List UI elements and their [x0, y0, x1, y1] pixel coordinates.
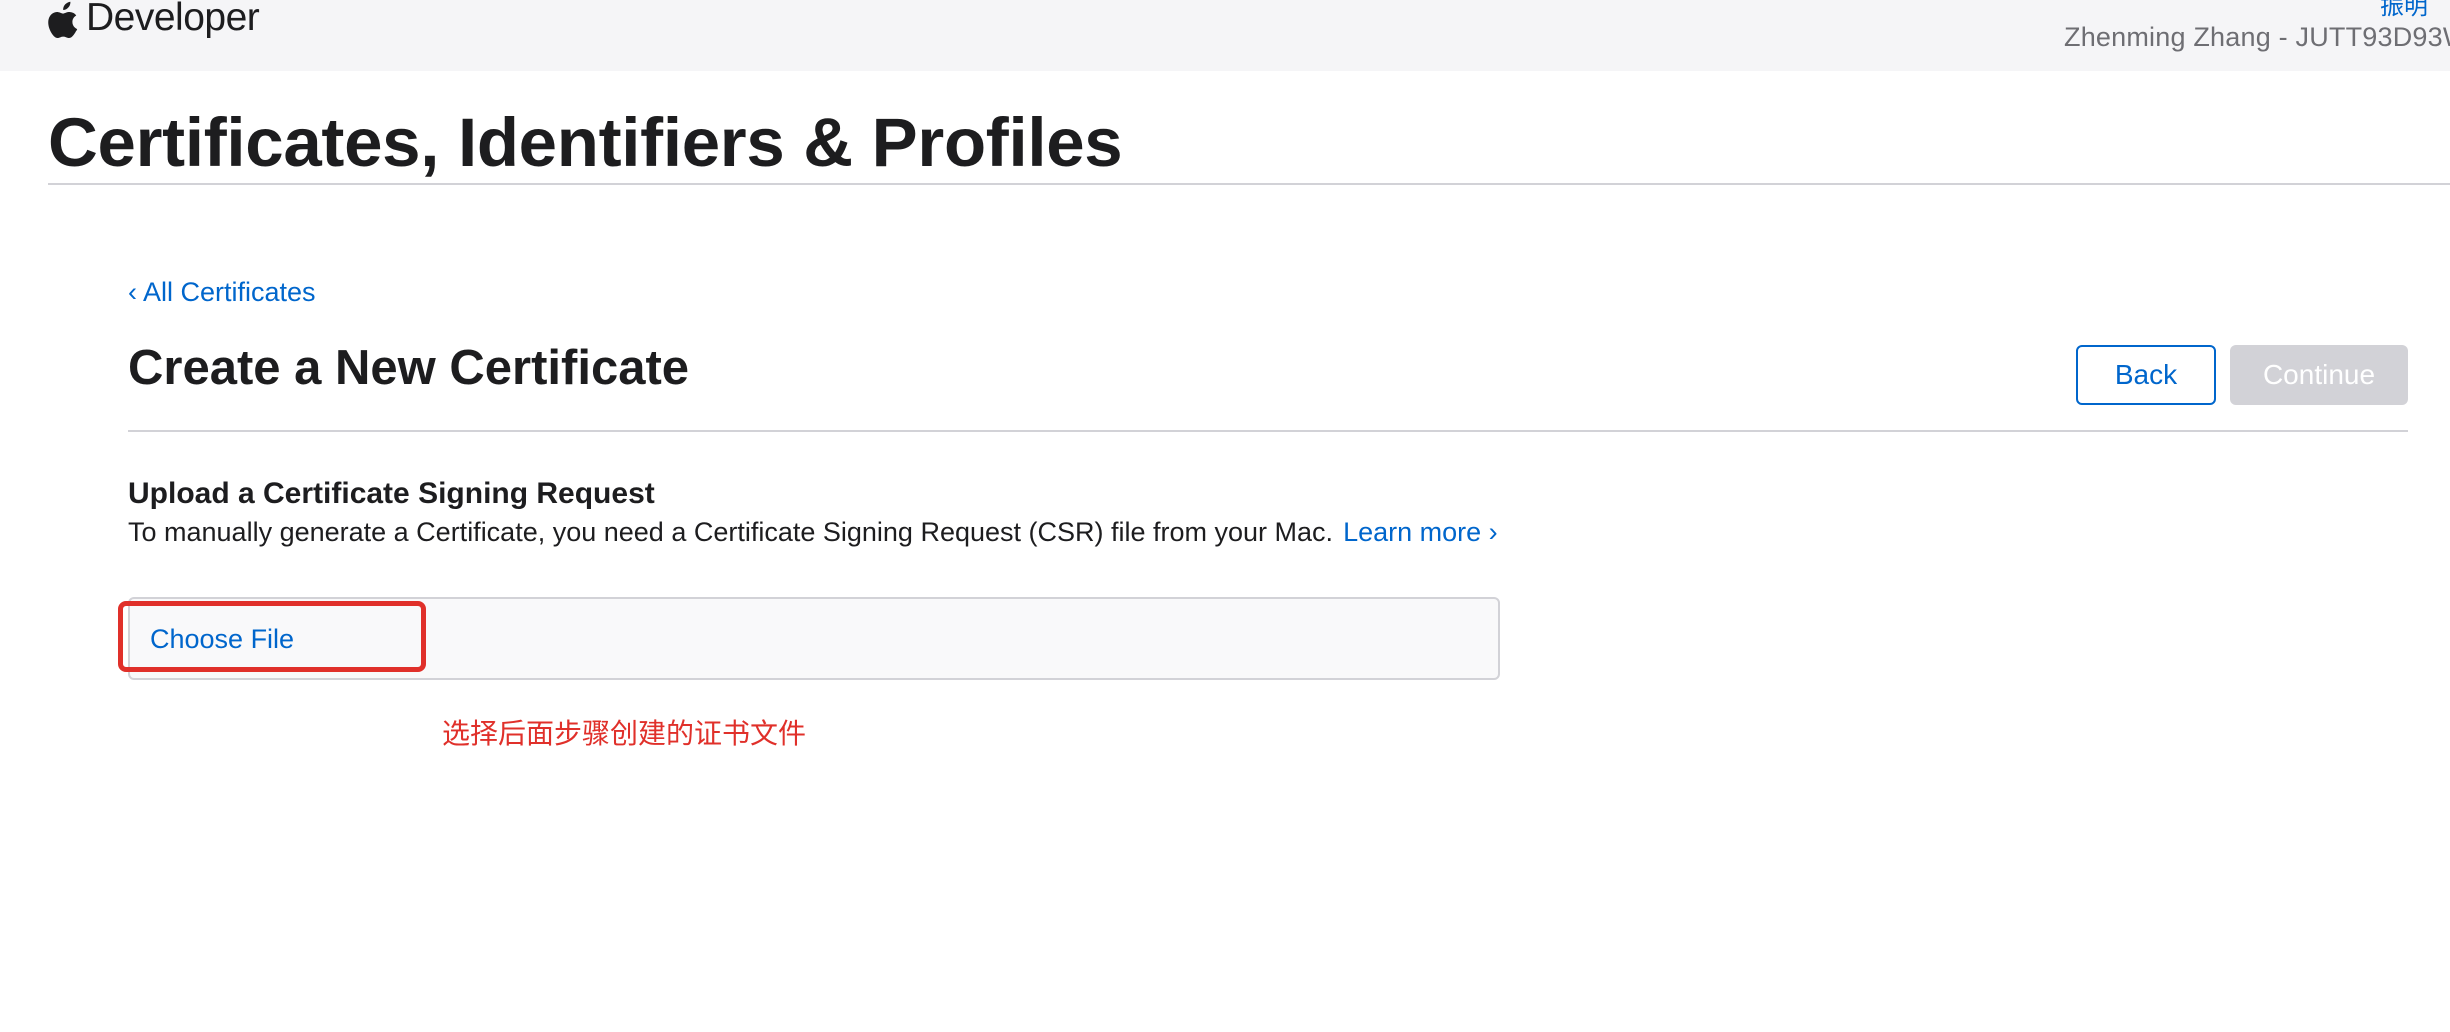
file-upload-field[interactable] [128, 597, 1500, 680]
brand-label: Developer [86, 0, 260, 39]
choose-file-button[interactable]: Choose File [150, 620, 294, 658]
upload-csr-description: To manually generate a Certificate, you … [128, 514, 1498, 550]
page-title: Certificates, Identifiers & Profiles [48, 104, 1123, 181]
back-button[interactable]: Back [2076, 345, 2216, 405]
developer-home-link[interactable]: Developer [48, 0, 260, 40]
learn-more-link[interactable]: Learn more › [1343, 517, 1498, 547]
title-divider [48, 183, 2450, 185]
account-name-link[interactable]: 振明 [2380, 0, 2428, 21]
section-title: Create a New Certificate [128, 341, 690, 395]
global-header: Developer 振明 Zhenming Zhang - JUTT93D93W [0, 0, 2450, 71]
apple-logo-icon [48, 1, 78, 39]
all-certificates-link[interactable]: ‹ All Certificates [128, 275, 316, 309]
upload-csr-heading: Upload a Certificate Signing Request [128, 477, 655, 510]
continue-button[interactable]: Continue [2230, 345, 2408, 405]
annotation-note: 选择后面步骤创建的证书文件 [442, 718, 807, 749]
upload-description-text: To manually generate a Certificate, you … [128, 517, 1334, 547]
content-divider [128, 430, 2408, 432]
team-name: Zhenming Zhang - JUTT93D93W [2064, 22, 2450, 52]
